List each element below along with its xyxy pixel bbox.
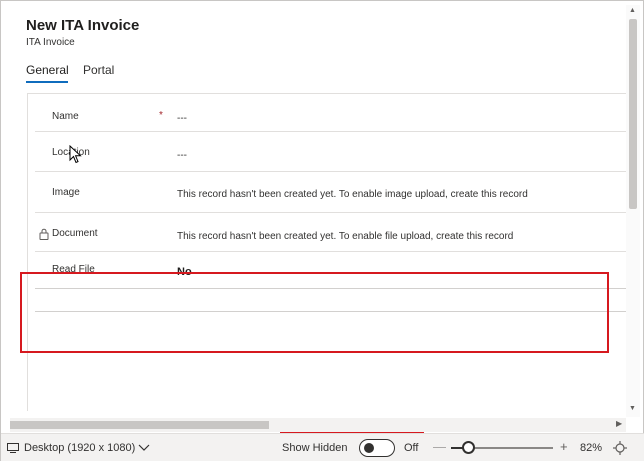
vertical-scroll-thumb[interactable] <box>629 19 637 209</box>
field-value-name[interactable]: --- <box>177 113 187 124</box>
horizontal-scroll-thumb[interactable] <box>10 421 269 429</box>
tab-active-indicator <box>26 81 68 83</box>
maker-canvas: New ITA Invoice ITA Invoice General Port… <box>0 0 644 461</box>
zoom-out-button[interactable]: — <box>433 439 446 454</box>
field-value-location[interactable]: --- <box>177 150 187 161</box>
mouse-cursor-icon <box>69 145 82 164</box>
zoom-in-button[interactable]: + <box>560 439 568 454</box>
field-value-document: This record hasn't been created yet. To … <box>177 231 514 242</box>
general-section[interactable]: Name * --- Location --- Image This recor… <box>27 93 627 411</box>
scroll-right-icon[interactable]: ▶ <box>616 419 622 428</box>
fit-to-screen-icon[interactable] <box>612 440 628 456</box>
bottom-toolbar: Desktop (1920 x 1080) Show Hidden Off — … <box>1 433 644 461</box>
monitor-icon <box>7 443 19 453</box>
zoom-percent: 82% <box>580 442 603 454</box>
zoom-slider-thumb[interactable] <box>462 441 475 454</box>
chevron-down-icon[interactable] <box>138 442 150 452</box>
show-hidden-label: Show Hidden <box>282 442 348 454</box>
field-row-image[interactable]: Image This record hasn't been created ye… <box>28 172 627 211</box>
field-row-name[interactable]: Name * --- <box>28 94 627 131</box>
scroll-down-icon[interactable]: ▼ <box>629 405 636 412</box>
scroll-up-icon[interactable]: ▲ <box>629 7 636 14</box>
form-subtitle: ITA Invoice <box>26 37 75 48</box>
required-marker: * <box>159 110 163 121</box>
toggle-knob <box>364 443 374 453</box>
show-hidden-toggle[interactable] <box>359 439 395 457</box>
field-row-location[interactable]: Location --- <box>28 132 627 169</box>
tab-portal[interactable]: Portal <box>83 63 114 77</box>
field-row-document[interactable]: Document This record hasn't been created… <box>28 213 627 250</box>
form-title: New ITA Invoice <box>26 17 140 34</box>
vertical-scrollbar[interactable]: ▲ ▼ <box>626 5 640 417</box>
field-value-image: This record hasn't been created yet. To … <box>177 189 528 200</box>
lock-icon <box>39 228 49 240</box>
field-label-document: Document <box>52 228 98 239</box>
device-selector[interactable]: Desktop (1920 x 1080) <box>24 442 135 454</box>
field-label-image: Image <box>52 187 80 198</box>
toggle-state-text: Off <box>404 442 419 454</box>
tab-general[interactable]: General <box>26 63 69 77</box>
highlight-box-hidden-fields <box>20 272 609 353</box>
horizontal-scrollbar[interactable]: ▶ <box>10 418 626 432</box>
form-canvas: New ITA Invoice ITA Invoice General Port… <box>10 5 627 417</box>
field-label-name: Name <box>52 111 79 122</box>
